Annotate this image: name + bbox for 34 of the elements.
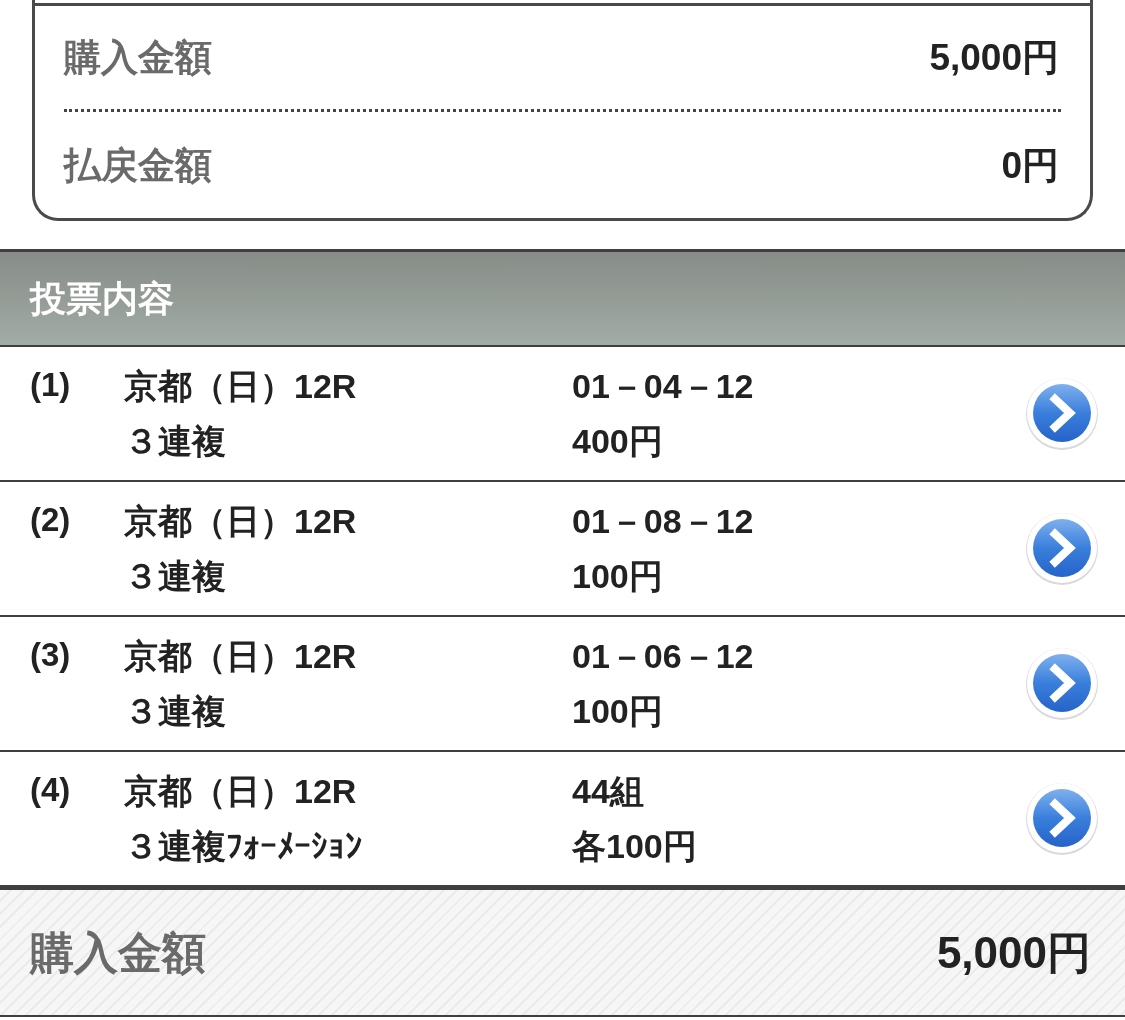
bet-combination: 01－06－12 [572,636,755,677]
race-name: 京都（日）12R [124,771,358,812]
bet-amount: 各100円 [572,826,698,867]
section-title: 投票内容 [30,280,174,317]
bet-combination: 44組 [572,771,645,812]
chevron-right-icon[interactable] [1025,376,1099,451]
bet-row[interactable]: (3) 京都（日）12R ３連複 01－06－12 100円 [0,617,1125,752]
bet-amount: 100円 [572,691,664,732]
chevron-right-icon[interactable] [1025,646,1099,721]
summary-value: 0円 [1001,146,1060,184]
bet-amount: 400円 [572,421,664,462]
row-number: (4) [30,770,72,810]
summary-value: 5,000円 [929,39,1060,76]
bet-type: ３連複ﾌｫｰﾒｰｼｮﾝ [124,826,363,867]
bet-combination: 01－04－12 [572,366,755,407]
summary-label: 購入金額 [64,39,212,76]
row-number: (3) [30,635,72,675]
race-name: 京都（日）12R [124,501,358,542]
race-name: 京都（日）12R [124,636,358,677]
bet-type: ３連複 [124,556,227,597]
chevron-right-icon[interactable] [1025,511,1099,586]
bet-combination: 01－08－12 [572,501,755,542]
summary-label: 払戻金額 [64,146,212,184]
row-number: (2) [30,500,72,540]
bet-type: ３連複 [124,421,227,462]
chevron-right-icon[interactable] [1025,781,1099,856]
bet-amount: 100円 [572,556,664,597]
race-name: 京都（日）12R [124,366,358,407]
total-value: 5,000円 [936,930,1091,975]
bet-row[interactable]: (1) 京都（日）12R ３連複 01－04－12 400円 [0,347,1125,482]
bet-row[interactable]: (2) 京都（日）12R ３連複 01－08－12 100円 [0,482,1125,617]
total-label: 購入金額 [30,930,206,975]
bet-type: ３連複 [124,691,227,732]
row-number: (1) [30,365,72,405]
